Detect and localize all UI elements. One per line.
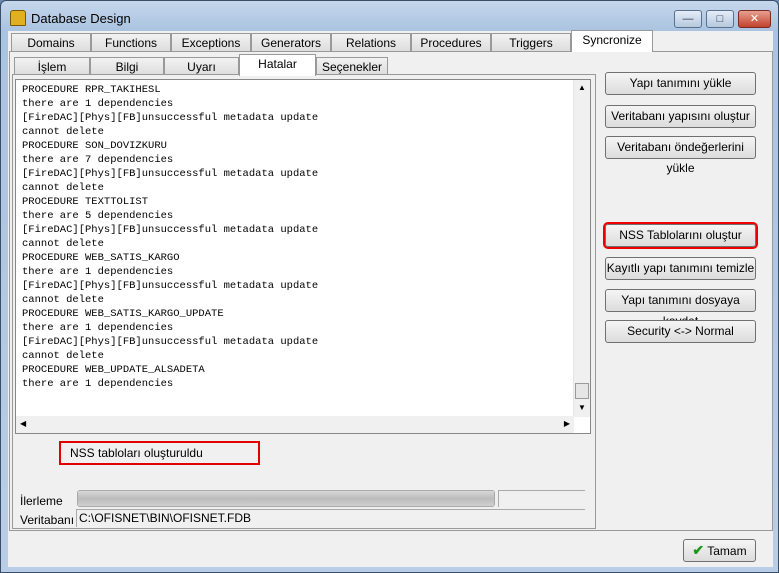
progress-extra-box [498, 490, 585, 507]
log-line: cannot delete [22, 294, 104, 306]
create-nss-tables-button[interactable]: NSS Tablolarını oluştur [603, 222, 758, 249]
tab-syncronize[interactable]: Syncronize [571, 30, 653, 52]
load-defaults-button[interactable]: Veritabanı öndeğerlerini yükle [605, 136, 756, 175]
log-line: cannot delete [22, 126, 104, 138]
error-log-text: PROCEDURE RPR_TAKIHESLthere are 1 depend… [16, 80, 590, 394]
log-line: there are 7 dependencies [22, 154, 174, 166]
status-message-box: NSS tabloları oluşturuldu [59, 441, 260, 465]
log-line: PROCEDURE WEB_UPDATE_ALSADETA [22, 364, 205, 376]
tab-exceptions[interactable]: Exceptions [171, 33, 251, 52]
close-button[interactable]: ✕ [738, 10, 771, 28]
log-line: [FireDAC][Phys][FB]unsuccessful metadata… [22, 280, 319, 292]
maximize-button[interactable]: □ [706, 10, 734, 28]
clear-saved-structure-button[interactable]: Kayıtlı yapı tanımını temizle [605, 257, 756, 280]
security-normal-toggle-button[interactable]: Security <-> Normal [605, 320, 756, 343]
database-path-field[interactable]: C:\OFISNET\BIN\OFISNET.FDB [76, 509, 585, 527]
save-structure-to-file-button[interactable]: Yapı tanımını dosyaya kaydet [605, 289, 756, 328]
scroll-left-icon[interactable]: ◀ [20, 419, 26, 428]
tab-procedures[interactable]: Procedures [411, 33, 491, 52]
database-path: C:\OFISNET\BIN\OFISNET.FDB [79, 511, 252, 525]
log-line: [FireDAC][Phys][FB]unsuccessful metadata… [22, 112, 319, 124]
status-message: NSS tabloları oluşturuldu [70, 446, 203, 460]
horizontal-scrollbar[interactable]: ◀ ▶ [16, 416, 574, 433]
log-line: cannot delete [22, 182, 104, 194]
log-line: PROCEDURE RPR_TAKIHESL [22, 84, 161, 96]
ok-button[interactable]: ✔ Tamam [683, 539, 756, 562]
load-structure-button[interactable]: Yapı tanımını yükle [605, 72, 756, 95]
log-line: PROCEDURE WEB_SATIS_KARGO_UPDATE [22, 308, 224, 320]
log-line: there are 1 dependencies [22, 98, 174, 110]
log-line: cannot delete [22, 238, 104, 250]
scroll-right-icon[interactable]: ▶ [564, 419, 570, 428]
progress-fill [78, 491, 494, 506]
error-log-memo[interactable]: PROCEDURE RPR_TAKIHESLthere are 1 depend… [15, 79, 591, 434]
progress-label: İlerleme [20, 494, 63, 508]
log-line: [FireDAC][Phys][FB]unsuccessful metadata… [22, 168, 319, 180]
scroll-up-icon[interactable]: ▲ [578, 83, 586, 92]
log-line: [FireDAC][Phys][FB]unsuccessful metadata… [22, 336, 319, 348]
scroll-down-icon[interactable]: ▼ [578, 403, 586, 412]
progress-bar [77, 490, 495, 507]
tab-generators[interactable]: Generators [251, 33, 331, 52]
subtab-3[interactable]: Hatalar [239, 54, 316, 76]
create-db-structure-button[interactable]: Veritabanı yapısını oluştur [605, 105, 756, 128]
log-line: there are 1 dependencies [22, 378, 174, 390]
vertical-scroll-thumb[interactable] [575, 383, 589, 399]
log-line: there are 1 dependencies [22, 322, 174, 334]
tab-domains[interactable]: Domains [11, 33, 91, 52]
tab-triggers[interactable]: Triggers [491, 33, 571, 52]
log-line: [FireDAC][Phys][FB]unsuccessful metadata… [22, 224, 319, 236]
ok-label: Tamam [707, 544, 747, 558]
log-line: PROCEDURE WEB_SATIS_KARGO [22, 252, 180, 264]
log-line: PROCEDURE TEXTTOLIST [22, 196, 149, 208]
log-line: PROCEDURE SON_DOVIZKURU [22, 140, 167, 152]
window-title: Database Design [31, 11, 131, 26]
minimize-button[interactable]: — [674, 10, 702, 28]
log-line: there are 1 dependencies [22, 266, 174, 278]
log-line: cannot delete [22, 350, 104, 362]
checkmark-icon: ✔ [692, 542, 705, 558]
log-line: there are 5 dependencies [22, 210, 174, 222]
database-design-window: Database Design — □ ✕ Domains Functions Ex… [0, 0, 779, 573]
database-label: Veritabanı [20, 513, 75, 527]
app-lock-icon [10, 10, 26, 26]
vertical-scrollbar[interactable]: ▲ ▼ [573, 80, 590, 417]
tab-relations[interactable]: Relations [331, 33, 411, 52]
tab-functions[interactable]: Functions [91, 33, 171, 52]
